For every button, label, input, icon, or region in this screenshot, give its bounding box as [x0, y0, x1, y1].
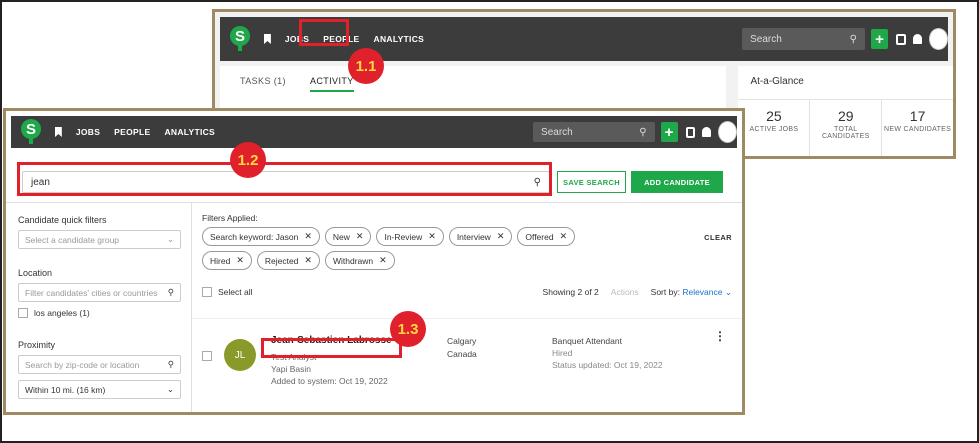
filter-chips: Search keyword: Jason ✕ New ✕ In-Review ✕ I…: [202, 227, 622, 270]
close-icon[interactable]: ✕: [304, 255, 312, 266]
close-icon[interactable]: ✕: [497, 231, 505, 242]
close-icon[interactable]: ✕: [560, 231, 568, 242]
annotation-badge: 1.3: [390, 311, 426, 347]
sort-dropdown[interactable]: Relevance: [682, 287, 722, 297]
filter-chip[interactable]: Withdrawn ✕: [324, 251, 395, 270]
quick-filters-select[interactable]: Select a candidate group ⌄: [18, 230, 181, 249]
nav-jobs[interactable]: JOBS: [76, 127, 100, 137]
results-panel: Filters Applied: Search keyword: Jason ✕ …: [192, 203, 742, 412]
candidate-added: Added to system: Oct 19, 2022: [271, 376, 388, 386]
bookmark-icon[interactable]: [264, 34, 271, 44]
stat-total-candidates[interactable]: 29 TOTAL CANDIDATES: [810, 100, 883, 156]
close-icon[interactable]: ✕: [356, 231, 364, 242]
location-input[interactable]: Filter candidates' cities or countries ⚲: [18, 283, 181, 302]
nav-analytics[interactable]: ANALYTICS: [164, 127, 215, 137]
highlight-box-search: [17, 162, 552, 196]
location-label: Location: [18, 268, 53, 278]
at-a-glance-panel: At-a-Glance 25 ACTIVE JOBS 29 TOTAL CAND…: [738, 66, 953, 156]
filter-chip[interactable]: Hired ✕: [202, 251, 252, 270]
candidate-company: Yapi Basin: [271, 364, 312, 374]
tab-tasks[interactable]: TASKS (1): [240, 76, 286, 86]
candidate-status-updated: Status updated: Oct 19, 2022: [552, 360, 663, 370]
highlight-box-candidate: [261, 338, 402, 358]
nav-analytics[interactable]: ANALYTICS: [374, 34, 425, 44]
top-navbar: S JOBS PEOPLE ANALYTICS Search ⚲ +: [11, 116, 737, 148]
bell-icon[interactable]: [702, 127, 711, 137]
actions-dropdown[interactable]: Actions: [611, 287, 639, 297]
quick-filters-label: Candidate quick filters: [18, 215, 107, 225]
chevron-down-icon: ⌄: [166, 234, 174, 244]
nav-people[interactable]: PEOPLE: [114, 127, 150, 137]
inbox-icon[interactable]: [685, 126, 696, 138]
annotation-badge: 1.1: [348, 48, 384, 84]
search-icon: ⚲: [167, 287, 174, 297]
chevron-down-icon: ⌄: [724, 286, 732, 297]
inbox-icon[interactable]: [896, 33, 907, 45]
add-icon[interactable]: +: [870, 29, 889, 49]
bookmark-icon[interactable]: [55, 127, 62, 137]
annotation-badge: 1.2: [230, 142, 266, 178]
save-search-button[interactable]: SAVE SEARCH: [557, 171, 626, 193]
user-avatar[interactable]: [717, 121, 737, 143]
search-icon: ⚲: [167, 359, 174, 369]
filter-chip[interactable]: In-Review ✕: [376, 227, 444, 246]
user-avatar[interactable]: [928, 28, 948, 50]
logo-icon[interactable]: S: [21, 119, 41, 145]
filter-chip[interactable]: Rejected ✕: [256, 251, 320, 270]
add-candidate-button[interactable]: ADD CANDIDATE: [631, 171, 723, 193]
candidate-city: Calgary: [447, 336, 477, 346]
close-icon[interactable]: ✕: [428, 231, 436, 242]
location-checkbox[interactable]: [18, 308, 28, 318]
candidate-status: Hired: [552, 348, 573, 358]
search-icon: ⚲: [849, 33, 857, 45]
more-options-icon[interactable]: ⋮: [714, 329, 726, 343]
top-search-input[interactable]: Search ⚲: [742, 28, 865, 50]
bell-icon[interactable]: [913, 34, 922, 44]
search-icon: ⚲: [639, 126, 647, 138]
candidate-avatar: JL: [224, 339, 256, 371]
close-icon[interactable]: ✕: [379, 255, 387, 266]
proximity-select[interactable]: Within 10 mi. (16 km) ⌄: [18, 380, 181, 399]
logo-icon[interactable]: S: [230, 26, 250, 52]
proximity-input[interactable]: Search by zip-code or location ⚲: [18, 355, 181, 374]
close-icon[interactable]: ✕: [304, 231, 312, 242]
stat-new-candidates[interactable]: 17 NEW CANDIDATES: [882, 100, 953, 156]
filter-sidebar: Candidate quick filters Select a candida…: [6, 203, 192, 412]
candidate-checkbox[interactable]: [202, 351, 212, 361]
proximity-label: Proximity: [18, 340, 56, 350]
candidate-job: Banquet Attendant: [552, 336, 622, 346]
highlight-box-people: [299, 19, 349, 46]
tab-activity[interactable]: ACTIVITY: [309, 70, 354, 92]
clear-filters-button[interactable]: CLEAR: [704, 233, 732, 242]
select-all-label: Select all: [218, 287, 253, 297]
top-search-input[interactable]: Search ⚲: [533, 122, 655, 142]
select-all-checkbox[interactable]: [202, 287, 212, 297]
filters-applied-label: Filters Applied:: [202, 213, 258, 223]
location-option: los angeles (1): [34, 308, 90, 318]
front-window: S JOBS PEOPLE ANALYTICS Search ⚲ + jean …: [3, 108, 745, 415]
results-count: Showing 2 of 2: [542, 287, 599, 297]
candidate-country: Canada: [447, 349, 477, 359]
filter-chip[interactable]: Offered ✕: [517, 227, 576, 246]
chevron-down-icon: ⌄: [166, 384, 174, 394]
sort-label: Sort by:: [650, 286, 680, 297]
glance-title: At-a-Glance: [738, 66, 953, 100]
filter-chip[interactable]: New ✕: [324, 227, 372, 246]
filter-chip[interactable]: Search keyword: Jason ✕: [202, 227, 320, 246]
filter-chip[interactable]: Interview ✕: [448, 227, 513, 246]
stat-active-jobs[interactable]: 25 ACTIVE JOBS: [738, 100, 811, 156]
add-icon[interactable]: +: [660, 122, 678, 142]
candidate-card[interactable]: JL Jean-Sebastien Labrosse Test Analyst …: [192, 318, 742, 398]
close-icon[interactable]: ✕: [236, 255, 244, 266]
